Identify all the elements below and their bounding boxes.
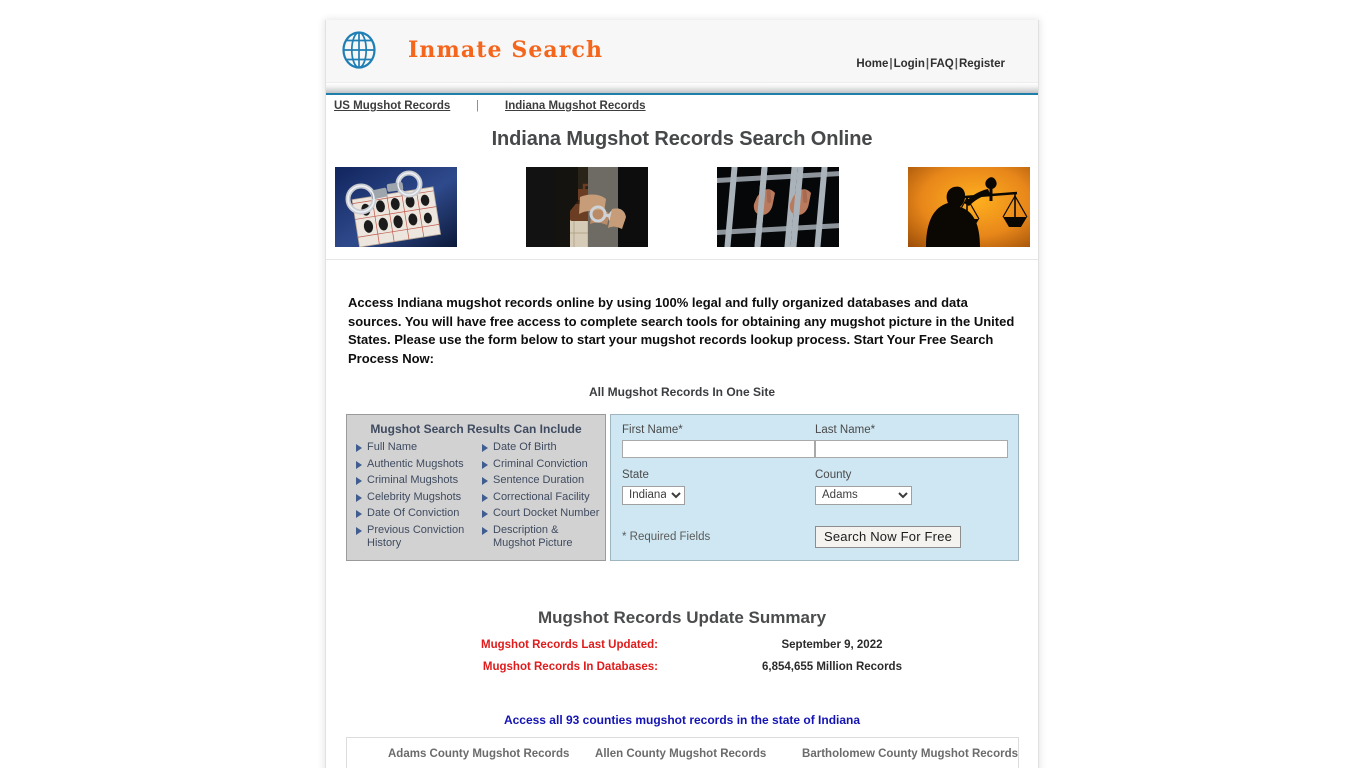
lady-justice-scales-photo (908, 167, 1030, 247)
results-info-title: Mugshot Search Results Can Include (370, 422, 582, 436)
list-item: Description & Mugshot Picture (478, 524, 600, 551)
results-info-panel: Mugshot Search Results Can Include Full … (346, 414, 606, 561)
summary-value: September 9, 2022 (781, 638, 883, 651)
hands-on-jail-bars-photo (717, 167, 839, 247)
location-fields-row: State Indiana County Adams (622, 469, 1008, 505)
triangle-bullet-icon (356, 510, 362, 518)
page-title: Indiana Mugshot Records Search Online (491, 128, 873, 150)
list-item-label: Date Of Birth (493, 441, 557, 453)
list-item-label: Previous Conviction History (367, 523, 465, 550)
state-group: State Indiana (622, 469, 815, 505)
county-label: County (815, 469, 852, 481)
county-group: County Adams (815, 469, 1008, 505)
list-item: Correctional Facility (478, 491, 600, 505)
brand-title: Inmate Search (408, 37, 604, 63)
triangle-bullet-icon (356, 460, 362, 469)
counties-heading: Access all 93 counties mugshot records i… (503, 712, 861, 727)
page-container: Inmate Search Home|Login|FAQ|Register US… (325, 20, 1039, 768)
list-item: Criminal Conviction (478, 458, 600, 472)
triangle-bullet-icon (356, 477, 362, 485)
top-navigation[interactable]: Home|Login|FAQ|Register (856, 58, 1005, 70)
list-item: Date Of Birth (478, 441, 600, 455)
list-item-label: Correctional Facility (493, 490, 590, 503)
banner-image-row (326, 167, 1038, 247)
handcuffed-man-photo (526, 167, 648, 247)
last-name-group: Last Name* (815, 424, 1008, 458)
triangle-bullet-icon (356, 493, 362, 502)
search-now-button[interactable]: Search Now For Free (815, 525, 962, 548)
nav-link-login[interactable]: Login (894, 58, 925, 70)
list-item: Authentic Mugshots (352, 458, 474, 472)
required-fields-note: * Required Fields (622, 530, 711, 543)
list-item: Celebrity Mugshots (352, 491, 474, 505)
state-select[interactable]: Indiana (622, 485, 685, 505)
triangle-bullet-icon (482, 510, 488, 518)
form-footer-row: * Required Fields Search Now For Free (622, 525, 1008, 548)
breadcrumb-us-mugshot-records[interactable]: US Mugshot Records (334, 100, 450, 112)
list-item-label: Date Of Conviction (367, 507, 460, 519)
banner-divider (326, 259, 1038, 260)
last-name-input[interactable] (815, 440, 1008, 458)
county-link-bartholomew[interactable]: Bartholomew County Mugshot Records (802, 748, 1018, 760)
breadcrumb-separator: | (476, 100, 479, 112)
summary-table: Mugshot Records Last Updated: September … (382, 634, 982, 678)
county-link-allen[interactable]: Allen County Mugshot Records (595, 748, 802, 760)
counties-box: Adams County Mugshot Records Allen Count… (346, 736, 1019, 768)
list-item: Sentence Duration (478, 474, 600, 488)
list-item: Full Name (352, 441, 474, 455)
nav-link-home[interactable]: Home (856, 58, 888, 70)
list-item-label: Sentence Duration (493, 474, 585, 486)
results-info-list: Full Name Date Of Birth Authentic Mugsho… (352, 441, 600, 551)
header-gradient-band (326, 83, 1038, 93)
list-item-label: Criminal Conviction (493, 457, 588, 470)
list-item: Court Docket Number (478, 507, 600, 521)
intro-paragraph: Access Indiana mugshot records online by… (348, 295, 1015, 366)
first-name-label: First Name* (622, 424, 683, 436)
form-spacer (622, 458, 1008, 469)
site-logo[interactable]: Inmate Search (339, 30, 603, 70)
table-row: Mugshot Records Last Updated: September … (382, 634, 982, 656)
triangle-bullet-icon (482, 444, 488, 452)
list-item-label: Court Docket Number (493, 507, 600, 519)
last-name-label: Last Name* (815, 424, 876, 436)
triangle-bullet-icon (482, 477, 488, 485)
globe-icon (339, 30, 379, 70)
first-name-group: First Name* (622, 424, 815, 458)
intro-subheading: All Mugshot Records In One Site (588, 385, 776, 399)
summary-value: 6,854,655 Million Records (762, 660, 902, 673)
counties-grid: Adams County Mugshot Records Allen Count… (347, 748, 1018, 768)
list-item-label: Description & Mugshot Picture (493, 523, 573, 550)
name-fields-row: First Name* Last Name* (622, 424, 1008, 458)
list-item-label: Celebrity Mugshots (367, 490, 462, 503)
table-row: Mugshot Records In Databases: 6,854,655 … (382, 656, 982, 678)
list-item: Previous Conviction History (352, 524, 474, 551)
breadcrumb-indiana-mugshot-records[interactable]: Indiana Mugshot Records (505, 100, 646, 112)
handcuffs-fingerprint-card-photo (335, 167, 457, 247)
search-form-panel: First Name* Last Name* State Indiana Cou… (610, 414, 1019, 561)
list-item-label: Criminal Mugshots (367, 474, 459, 486)
triangle-bullet-icon (356, 526, 362, 535)
list-item: Date Of Conviction (352, 507, 474, 521)
nav-link-register[interactable]: Register (959, 58, 1005, 70)
list-item-label: Authentic Mugshots (367, 457, 464, 470)
county-select[interactable]: Adams (815, 485, 912, 505)
triangle-bullet-icon (482, 526, 488, 535)
summary-key: Mugshot Records In Databases: (482, 660, 658, 673)
list-item: Criminal Mugshots (352, 474, 474, 488)
first-name-input[interactable] (622, 440, 815, 458)
triangle-bullet-icon (482, 460, 488, 469)
summary-title: Mugshot Records Update Summary (537, 607, 827, 627)
list-item-label: Full Name (367, 441, 418, 453)
state-label: State (622, 469, 649, 481)
breadcrumb: US Mugshot Records | Indiana Mugshot Rec… (326, 95, 1038, 122)
nav-link-faq[interactable]: FAQ (930, 58, 954, 70)
search-section: Mugshot Search Results Can Include Full … (346, 414, 1019, 561)
summary-key: Mugshot Records Last Updated: (481, 638, 658, 651)
triangle-bullet-icon (356, 444, 362, 452)
screenshot-viewport: Inmate Search Home|Login|FAQ|Register US… (0, 0, 1366, 768)
site-header: Inmate Search Home|Login|FAQ|Register (326, 20, 1038, 83)
triangle-bullet-icon (482, 493, 488, 502)
county-link-adams[interactable]: Adams County Mugshot Records (388, 748, 595, 760)
